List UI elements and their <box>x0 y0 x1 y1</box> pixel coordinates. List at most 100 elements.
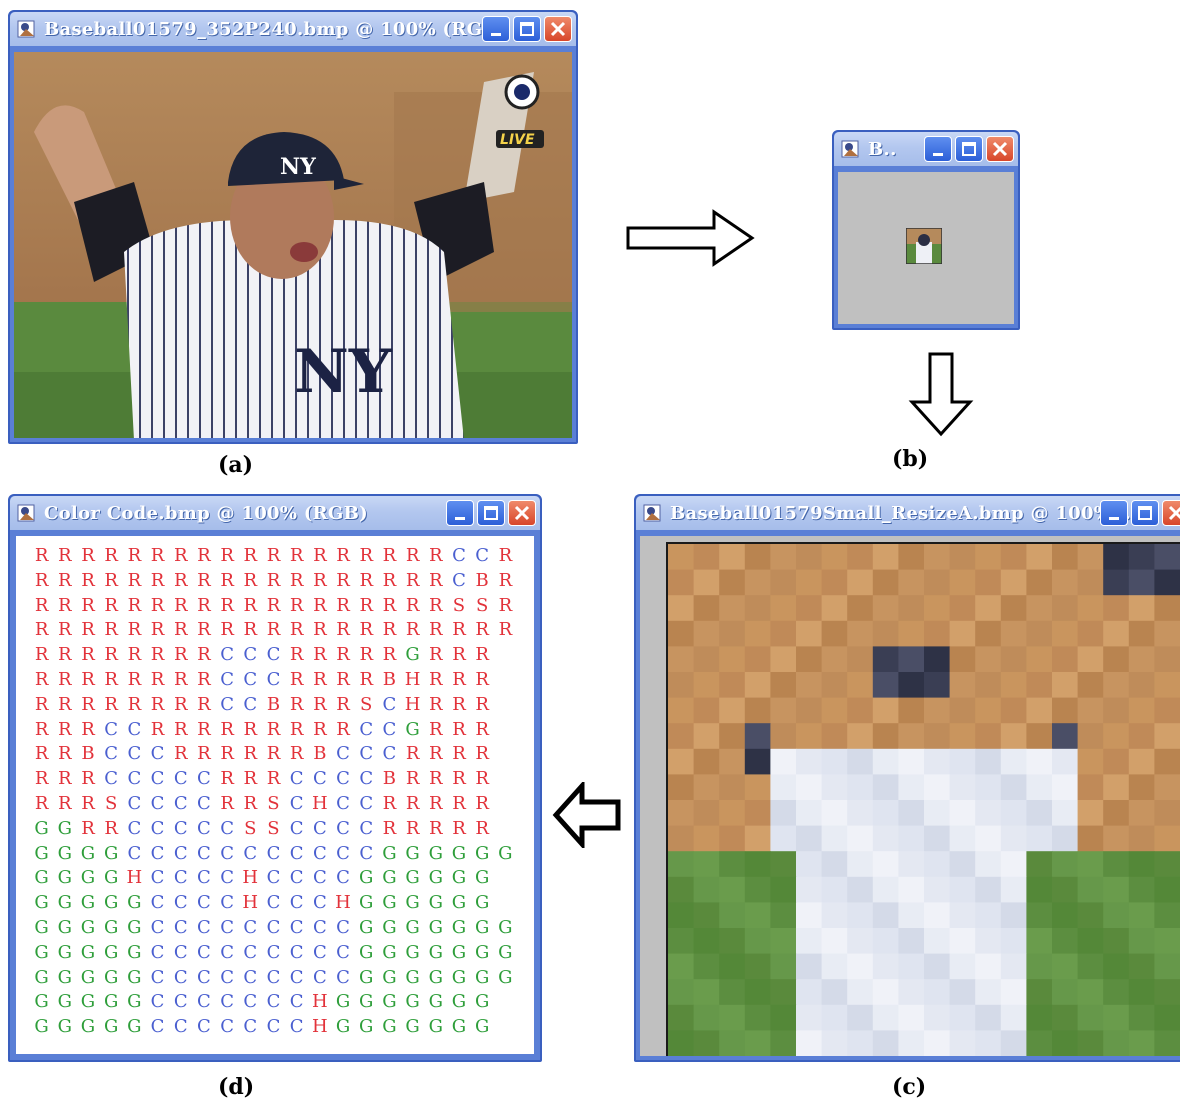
code-letter: C <box>197 817 211 839</box>
code-letter: R <box>405 594 420 616</box>
code-letter: C <box>359 792 374 814</box>
code-letter: G <box>451 916 467 938</box>
minimize-button[interactable] <box>924 136 952 162</box>
minimize-button[interactable] <box>1100 500 1128 526</box>
code-letter: R <box>429 693 443 715</box>
code-letter: R <box>405 545 420 566</box>
code-letter: R <box>127 644 142 666</box>
code-letter: R <box>58 668 72 690</box>
window-d-title: Color Code.bmp @ 100% (RGB) <box>44 502 368 524</box>
code-letter: R <box>58 693 72 715</box>
code-letter: C <box>289 768 304 790</box>
code-letter: G <box>103 842 119 864</box>
minimize-button[interactable] <box>482 16 510 42</box>
code-letter: R <box>34 545 49 566</box>
window-a[interactable]: Baseball01579_352P240.bmp @ 100% (RGB) N… <box>8 10 578 444</box>
code-letter: G <box>57 916 72 938</box>
code-letter: R <box>313 545 327 566</box>
code-letter: R <box>336 693 350 715</box>
code-letter: G <box>80 892 96 914</box>
code-letter: R <box>313 569 327 591</box>
code-letter: C <box>173 892 188 914</box>
code-letter: R <box>220 792 234 814</box>
arrow-down-icon <box>908 352 974 437</box>
code-letter: C <box>382 743 397 765</box>
code-letter: R <box>243 718 258 740</box>
caption-d: (d) <box>218 1074 255 1100</box>
code-letter: B <box>313 743 327 765</box>
code-letter: R <box>452 768 466 790</box>
code-letter: G <box>80 842 96 864</box>
code-letter: R <box>382 594 397 616</box>
code-letter: G <box>405 991 420 1013</box>
code-letter: G <box>34 966 49 988</box>
maximize-button[interactable] <box>477 500 505 526</box>
code-letter: G <box>405 1016 420 1038</box>
code-letter: G <box>359 991 374 1013</box>
code-letter: C <box>243 991 258 1013</box>
code-letter: R <box>150 668 165 690</box>
maximize-button[interactable] <box>513 16 541 42</box>
code-letter: R <box>243 569 258 591</box>
code-letter: C <box>173 842 188 864</box>
code-letter: G <box>57 1016 72 1038</box>
code-letter: G <box>335 991 351 1013</box>
code-letter: C <box>289 1016 304 1038</box>
code-letter: R <box>266 594 281 616</box>
code-letter: R <box>336 619 350 641</box>
code-letter: C <box>243 644 258 666</box>
code-letter: C <box>127 792 142 814</box>
code-letter: C <box>243 1016 258 1038</box>
close-button[interactable] <box>508 500 536 526</box>
arrow-left-icon <box>552 782 621 848</box>
window-c-titlebar[interactable]: Baseball01579Small_ResizeA.bmp @ 100%... <box>636 496 1180 530</box>
code-letter: S <box>475 594 489 616</box>
close-button[interactable] <box>1162 500 1180 526</box>
window-b[interactable]: B.. <box>832 130 1020 330</box>
code-letter: R <box>58 594 72 616</box>
code-row: RRRSCCCCRRSCHCCRRRRR <box>30 792 534 817</box>
code-letter: R <box>58 545 72 566</box>
code-row: RRRCCRRRRRRRRRCCGRRR <box>30 718 534 743</box>
code-letter: G <box>80 867 96 889</box>
code-letter: G <box>34 867 49 889</box>
close-button[interactable] <box>544 16 572 42</box>
code-letter: R <box>81 668 95 690</box>
code-letter: R <box>289 693 304 715</box>
code-letter: G <box>127 892 142 914</box>
maximize-button[interactable] <box>955 136 983 162</box>
code-letter: C <box>150 743 165 765</box>
code-letter: R <box>220 718 234 740</box>
code-letter: R <box>104 619 118 641</box>
code-letter: R <box>405 817 420 839</box>
code-letter: R <box>429 668 443 690</box>
close-button[interactable] <box>986 136 1014 162</box>
code-letter: G <box>382 941 397 963</box>
code-letter: R <box>173 668 188 690</box>
code-letter: R <box>34 768 49 790</box>
code-row: RRRRRRRRCCCRRRRBHRRR <box>30 668 534 693</box>
code-letter: C <box>336 941 350 963</box>
window-c[interactable]: Baseball01579Small_ResizeA.bmp @ 100%... <box>634 494 1180 1062</box>
code-letter: R <box>452 644 466 666</box>
code-letter: H <box>335 892 351 914</box>
code-letter: G <box>405 892 420 914</box>
code-letter: C <box>289 817 304 839</box>
code-letter: G <box>382 916 397 938</box>
code-letter: R <box>150 619 165 641</box>
code-letter: R <box>243 768 258 790</box>
code-letter: C <box>220 1016 234 1038</box>
code-letter: G <box>474 867 490 889</box>
code-letter: C <box>150 867 165 889</box>
code-letter: C <box>150 792 165 814</box>
maximize-button[interactable] <box>1131 500 1159 526</box>
code-letter: C <box>173 792 188 814</box>
code-letter: R <box>359 619 373 641</box>
code-letter: R <box>127 569 142 591</box>
code-letter: C <box>243 941 258 963</box>
minimize-button[interactable] <box>446 500 474 526</box>
code-letter: G <box>127 1016 142 1038</box>
window-d[interactable]: Color Code.bmp @ 100% (RGB) RRRRRRRRRRRR… <box>8 494 542 1062</box>
code-letter: B <box>382 668 397 690</box>
code-letter: G <box>474 941 490 963</box>
